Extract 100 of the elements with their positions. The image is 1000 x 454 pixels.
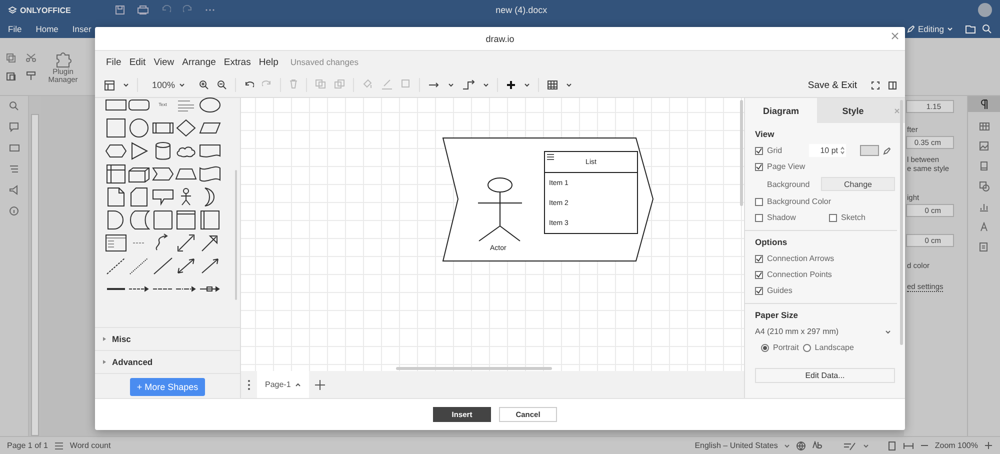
cut-icon[interactable] <box>26 52 36 62</box>
checkbox[interactable] <box>755 270 763 278</box>
tape-icon[interactable] <box>198 164 221 184</box>
menu-item[interactable]: File <box>106 56 122 68</box>
page-tab[interactable]: Page-1 <box>257 371 309 398</box>
zoom-out-icon[interactable] <box>920 444 929 447</box>
caret-icon[interactable] <box>566 83 572 87</box>
search-icon[interactable] <box>982 24 992 34</box>
format-painter-icon[interactable] <box>26 70 36 80</box>
table-icon[interactable] <box>547 80 558 90</box>
search-icon[interactable] <box>9 101 19 111</box>
list-icon[interactable] <box>104 232 127 252</box>
fill-color-icon[interactable] <box>362 79 374 89</box>
pencil-icon[interactable] <box>883 146 891 154</box>
folder-icon[interactable] <box>965 24 976 34</box>
callout-icon[interactable] <box>152 186 174 206</box>
globe-icon[interactable] <box>796 440 806 450</box>
menu-tab[interactable]: Home <box>36 24 58 34</box>
format-panel-icon[interactable] <box>888 80 897 90</box>
caret-icon[interactable] <box>524 83 530 87</box>
internal-storage-icon[interactable] <box>104 164 127 184</box>
bidirectional-arrow-icon[interactable] <box>175 256 198 276</box>
circle-icon[interactable] <box>128 118 150 138</box>
save-exit-button[interactable]: Save & Exit <box>802 80 863 90</box>
palette-section[interactable]: Misc <box>95 327 240 350</box>
scrollbar[interactable] <box>396 367 552 370</box>
dashed-line-icon[interactable] <box>104 256 127 276</box>
close-icon[interactable] <box>891 32 899 40</box>
card-icon[interactable] <box>128 186 150 206</box>
chart-icon[interactable] <box>979 202 989 212</box>
menu-tab[interactable]: Inser <box>72 24 92 34</box>
actor-figure[interactable] <box>478 178 522 242</box>
checkbox[interactable] <box>829 214 837 222</box>
paragraph-icon[interactable] <box>980 99 988 109</box>
fit-width-icon[interactable] <box>902 442 914 450</box>
waypoints-icon[interactable] <box>462 80 476 90</box>
edit-data-button[interactable]: Edit Data... <box>755 368 895 383</box>
palette-section[interactable]: Advanced <box>95 350 240 373</box>
zoom-level[interactable]: Zoom 100% <box>934 441 978 450</box>
note-icon[interactable] <box>104 186 127 206</box>
line-color-icon[interactable] <box>381 78 394 90</box>
layout-icon[interactable] <box>104 80 115 90</box>
panel-tab[interactable]: Style <box>817 98 889 123</box>
header-footer-icon[interactable] <box>979 161 989 171</box>
menu-item[interactable]: View <box>154 56 174 68</box>
more-icon[interactable] <box>247 378 251 390</box>
menu-tab[interactable]: File <box>8 24 22 34</box>
undo-icon[interactable] <box>244 81 254 89</box>
checkbox[interactable] <box>755 198 763 206</box>
info-icon[interactable] <box>9 206 19 216</box>
fit-page-icon[interactable] <box>886 440 897 450</box>
ellipse-icon[interactable] <box>198 94 221 114</box>
diamond-icon[interactable] <box>175 118 198 138</box>
headings-icon[interactable] <box>9 164 19 174</box>
dotted-line-icon[interactable] <box>128 256 150 276</box>
more-icon[interactable] <box>204 8 215 12</box>
checkbox[interactable] <box>755 146 763 154</box>
window-frame-icon[interactable] <box>175 210 198 230</box>
double-arrow-icon[interactable] <box>175 232 198 252</box>
scrollbar[interactable] <box>740 100 743 206</box>
fullscreen-icon[interactable] <box>871 80 880 90</box>
comment-icon[interactable] <box>9 122 19 132</box>
checkbox[interactable] <box>755 162 763 170</box>
editing-mode-button[interactable]: Editing <box>901 23 959 35</box>
caret-icon[interactable] <box>123 83 129 87</box>
checkbox[interactable] <box>755 286 763 294</box>
language-selector[interactable]: English – United States <box>694 441 778 450</box>
menu-item[interactable]: Edit <box>129 56 146 68</box>
caret-icon[interactable] <box>483 83 490 87</box>
stored-data-icon[interactable] <box>128 210 150 230</box>
add-page-icon[interactable] <box>314 380 325 390</box>
scrollbar[interactable] <box>900 100 903 345</box>
radio-button[interactable] <box>761 344 769 352</box>
user-avatar[interactable] <box>978 3 992 17</box>
zoom-out-icon[interactable] <box>217 80 228 90</box>
caret-icon[interactable] <box>448 83 454 87</box>
zoom-in-icon[interactable] <box>199 80 210 90</box>
square-icon[interactable] <box>104 118 127 138</box>
menu-item[interactable]: Arrange <box>182 56 216 68</box>
connection-icon[interactable] <box>428 82 440 88</box>
save-icon[interactable] <box>114 5 125 15</box>
text-art-icon[interactable] <box>979 222 989 232</box>
checkbox[interactable] <box>755 214 763 222</box>
zoom-in-icon[interactable] <box>984 441 993 450</box>
spellcheck-icon[interactable] <box>812 440 823 450</box>
grid-color-swatch[interactable] <box>860 145 879 156</box>
zoom-dropdown[interactable]: 100% <box>146 80 192 90</box>
checkbox[interactable] <box>755 254 763 262</box>
word-count-icon[interactable] <box>54 442 64 450</box>
menu-item[interactable]: Help <box>258 56 278 68</box>
paste-icon[interactable] <box>6 70 16 80</box>
line-icon[interactable] <box>152 256 174 276</box>
word-count-label[interactable]: Word count <box>70 441 111 450</box>
print-icon[interactable] <box>136 5 149 15</box>
grid-size-field[interactable]: 10 pt <box>809 144 846 157</box>
image-icon[interactable] <box>979 141 989 151</box>
track-changes-icon[interactable] <box>842 440 857 450</box>
insert-icon[interactable] <box>506 80 516 90</box>
form-icon[interactable] <box>979 242 989 252</box>
container-icon[interactable] <box>198 210 221 230</box>
